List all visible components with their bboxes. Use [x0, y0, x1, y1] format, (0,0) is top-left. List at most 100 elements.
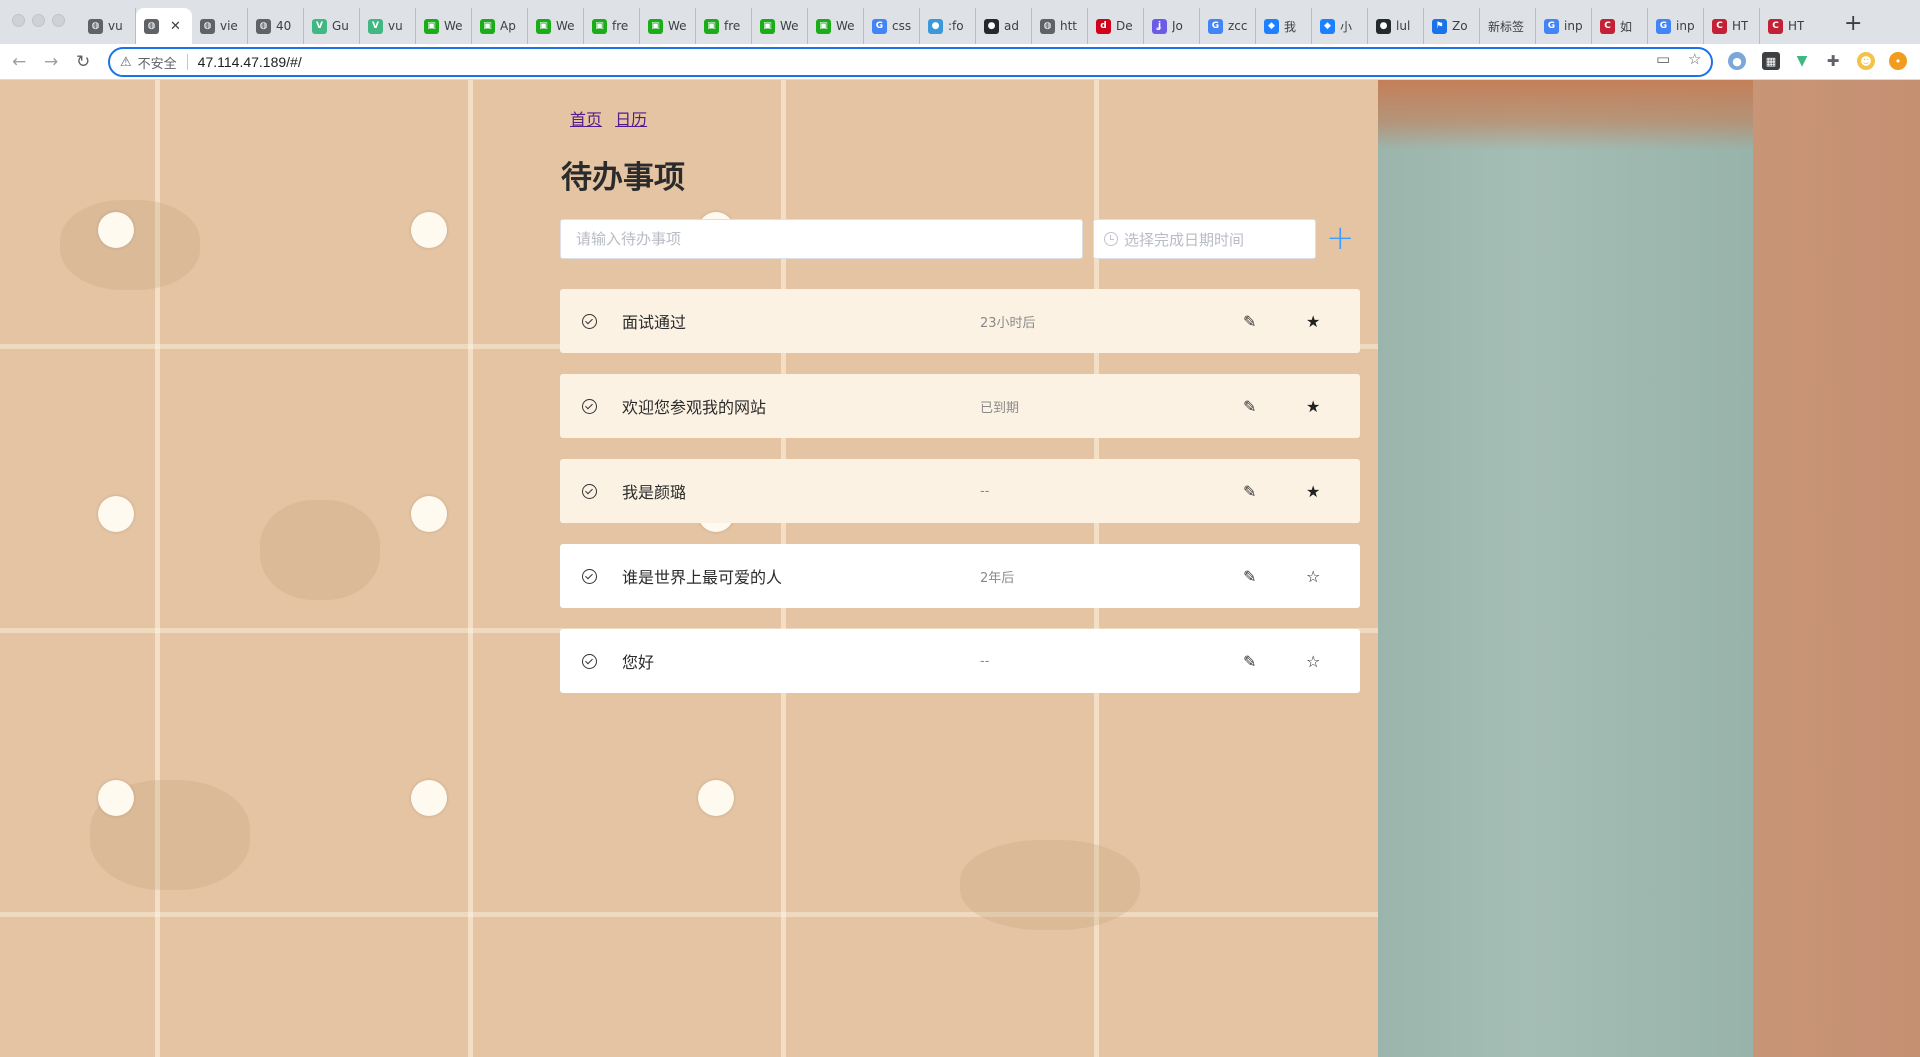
browser-tab[interactable]: ● lul: [1368, 8, 1424, 44]
browser-tab[interactable]: ◍ 40: [248, 8, 304, 44]
complete-check-icon[interactable]: [582, 653, 597, 669]
browser-tab[interactable]: ʝ Jo: [1144, 8, 1200, 44]
edit-pencil-icon[interactable]: ✎: [1243, 567, 1256, 586]
browser-tab[interactable]: d De: [1088, 8, 1144, 44]
todo-input[interactable]: [560, 219, 1083, 259]
browser-tab[interactable]: ◍ vu: [80, 8, 136, 44]
clock-icon: [1104, 232, 1118, 246]
browser-tab[interactable]: ▣ fre: [696, 8, 752, 44]
cast-icon[interactable]: ▭: [1656, 50, 1670, 68]
browser-tab[interactable]: C如: [1592, 8, 1648, 44]
star-filled-icon[interactable]: ★: [1306, 397, 1320, 416]
todo-due-label: 2年后: [980, 570, 1015, 586]
browser-tab-title: Ap: [500, 19, 516, 33]
browser-tab-title: 新标签: [1488, 19, 1525, 34]
window-zoom-button[interactable]: [52, 14, 65, 27]
add-todo-button[interactable]: +: [1326, 220, 1355, 256]
star-filled-icon[interactable]: ★: [1306, 312, 1320, 331]
browser-tab[interactable]: ⚑ Zo: [1424, 8, 1480, 44]
security-label[interactable]: 不安全: [138, 53, 177, 72]
wechat-dev-icon: ▣: [480, 18, 495, 34]
nav-link-calendar[interactable]: 日历: [615, 110, 647, 129]
extension-icon-2[interactable]: ▦: [1762, 52, 1780, 70]
browser-tab[interactable]: ◍ ✕: [136, 8, 192, 44]
close-tab-icon[interactable]: ✕: [170, 19, 181, 34]
extensions-puzzle-icon[interactable]: ✚: [1824, 52, 1842, 70]
browser-tab-title: Gu: [332, 19, 349, 33]
complete-check-icon[interactable]: [582, 568, 597, 584]
complete-check-icon[interactable]: [582, 483, 597, 499]
browser-tab-title: HT: [1732, 19, 1749, 33]
page-title: 待办事项: [561, 160, 685, 196]
github-icon: ●: [984, 18, 999, 34]
star-outline-icon[interactable]: ☆: [1306, 567, 1320, 586]
address-bar[interactable]: ⚠ 不安全 47.114.47.189/#/: [108, 47, 1713, 77]
warning-icon[interactable]: ⚠: [120, 55, 132, 70]
globe-icon: ◍: [144, 18, 159, 34]
browser-tab[interactable]: ▣ We: [416, 8, 472, 44]
back-button[interactable]: ←: [12, 50, 26, 74]
browser-tab-title: Zo: [1452, 19, 1468, 33]
profile-avatar[interactable]: ☻: [1857, 52, 1875, 70]
edit-pencil-icon[interactable]: ✎: [1243, 397, 1256, 416]
window-close-button[interactable]: [12, 14, 25, 27]
browser-tab[interactable]: ▣ Ap: [472, 8, 528, 44]
browser-tab[interactable]: ◆ 我: [1256, 8, 1312, 44]
browser-tab[interactable]: 新标签: [1480, 8, 1536, 44]
browser-tab[interactable]: ● ad: [976, 8, 1032, 44]
background-stain: [60, 200, 200, 290]
globe-icon: ◍: [256, 18, 271, 34]
todo-due-label: 已到期: [980, 400, 1020, 416]
url-text[interactable]: 47.114.47.189/#/: [198, 54, 302, 70]
joi-icon: ʝ: [1152, 18, 1167, 34]
star-outline-icon[interactable]: ☆: [1306, 652, 1320, 671]
browser-tab[interactable]: Ginp: [1536, 8, 1592, 44]
todo-item: 欢迎您参观我的网站 已到期 ✎ ★: [560, 374, 1360, 438]
juejin-icon: ◆: [1264, 18, 1279, 34]
browser-tab[interactable]: Ginp: [1648, 8, 1704, 44]
browser-tab[interactable]: ◍ vie: [192, 8, 248, 44]
browser-tab[interactable]: ◍ htt: [1032, 8, 1088, 44]
due-date-picker[interactable]: 选择完成日期时间: [1093, 219, 1316, 259]
browser-tab[interactable]: ▣ fre: [584, 8, 640, 44]
new-tab-button[interactable]: +: [1844, 10, 1862, 38]
forward-button[interactable]: →: [44, 50, 58, 74]
complete-check-icon[interactable]: [582, 313, 597, 329]
browser-tab[interactable]: Vvu: [360, 8, 416, 44]
todo-due-label: --: [980, 483, 990, 499]
edit-pencil-icon[interactable]: ✎: [1243, 482, 1256, 501]
background-paint-stripe: [1378, 80, 1753, 1057]
nav-link-home[interactable]: 首页: [570, 110, 602, 129]
update-menu-icon[interactable]: •: [1889, 52, 1907, 70]
browser-tab[interactable]: C HT: [1704, 8, 1760, 44]
browser-tab[interactable]: Gcss: [864, 8, 920, 44]
browser-tab[interactable]: ▣ We: [808, 8, 864, 44]
browser-tab-title: We: [444, 19, 463, 33]
reload-button[interactable]: ↻: [76, 50, 90, 74]
browser-tab[interactable]: ▣ We: [752, 8, 808, 44]
tab-strip: ◍ vu ◍ ✕ ◍ vie ◍ 40 V Gu Vvu ▣ We ▣ Ap ▣ We ▣ fre ▣ We ▣ fre ▣ W…: [80, 6, 1816, 44]
browser-tab[interactable]: ●:fo: [920, 8, 976, 44]
star-filled-icon[interactable]: ★: [1306, 482, 1320, 501]
edit-pencil-icon[interactable]: ✎: [1243, 312, 1256, 331]
browser-tab[interactable]: ▣ We: [528, 8, 584, 44]
todo-item: 您好 -- ✎ ☆: [560, 629, 1360, 693]
browser-tab[interactable]: ◆ 小: [1312, 8, 1368, 44]
csdn-icon: C: [1600, 18, 1615, 34]
browser-tab-title: vie: [220, 19, 238, 33]
edit-pencil-icon[interactable]: ✎: [1243, 652, 1256, 671]
browser-tab-title: vu: [108, 19, 123, 33]
bookmark-star-icon[interactable]: ☆: [1688, 50, 1701, 68]
browser-tab[interactable]: V Gu: [304, 8, 360, 44]
vue-icon: V: [312, 18, 327, 34]
window-minimize-button[interactable]: [32, 14, 45, 27]
vue-devtools-icon[interactable]: ▼: [1793, 52, 1811, 70]
date-picker-placeholder: 选择完成日期时间: [1124, 230, 1245, 249]
browser-tab-title: htt: [1060, 19, 1078, 33]
browser-tab[interactable]: ▣ We: [640, 8, 696, 44]
github-icon: ●: [1376, 18, 1391, 34]
extension-icon-1[interactable]: ●: [1728, 52, 1746, 70]
browser-tab[interactable]: C HT: [1760, 8, 1816, 44]
complete-check-icon[interactable]: [582, 398, 597, 414]
browser-tab[interactable]: Gzcc: [1200, 8, 1256, 44]
